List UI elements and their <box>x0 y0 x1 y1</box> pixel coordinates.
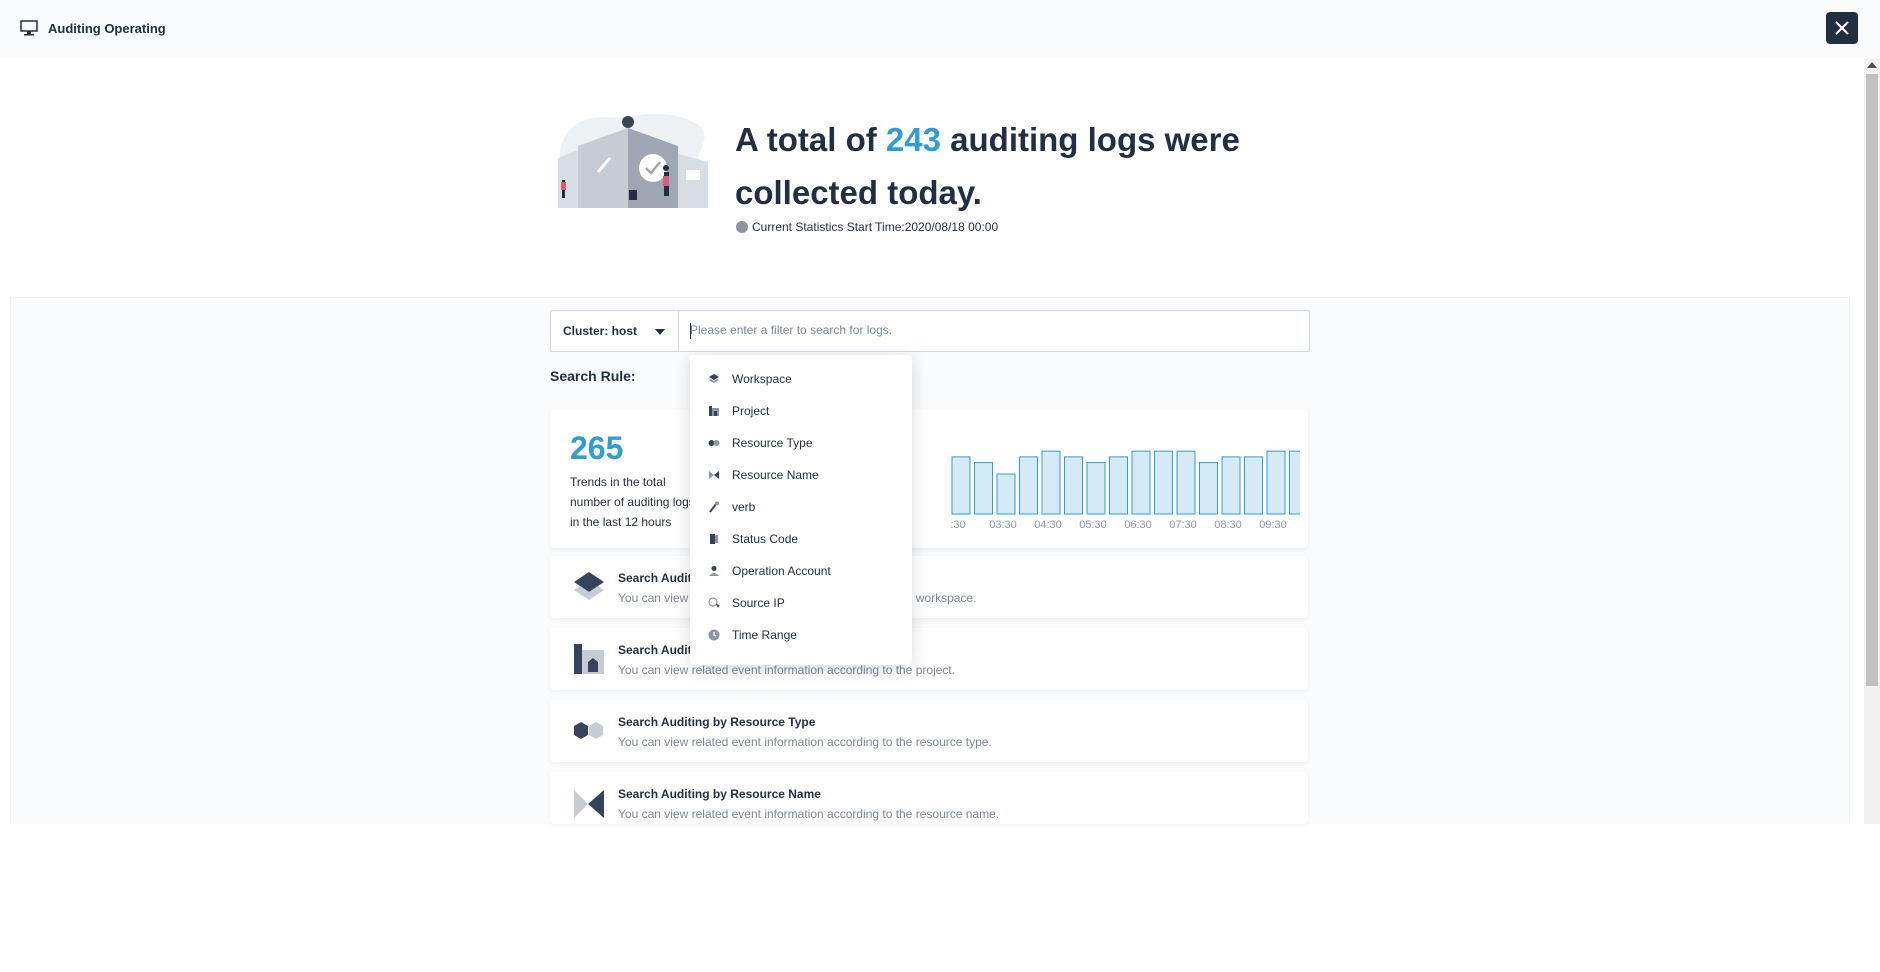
chart-bar[interactable] <box>1131 450 1151 515</box>
headline-prefix: A total of <box>735 121 886 158</box>
x-tick-label: 06:30 <box>1124 519 1152 531</box>
chart-bar[interactable] <box>1064 456 1083 515</box>
dropdown-item-operation-account[interactable]: Operation Account <box>690 555 912 587</box>
project-icon <box>709 406 719 416</box>
dropdown-item-time-range[interactable]: Time Range <box>690 619 912 651</box>
caret-down-icon <box>655 329 665 335</box>
chart-bar[interactable] <box>996 473 1016 515</box>
chart-bar[interactable] <box>1221 456 1241 515</box>
rule-description: You can view related event information a… <box>618 663 956 677</box>
verb-icon <box>709 501 719 513</box>
rule-card-resource-type[interactable]: Search Auditing by Resource Type You can… <box>550 700 1308 762</box>
dropdown-item-resource-type[interactable]: Resource Type <box>690 427 912 459</box>
scroll-up-arrow[interactable] <box>1867 62 1877 68</box>
cluster-select-label: Cluster: host <box>563 324 638 338</box>
chart-bar[interactable] <box>1244 456 1263 515</box>
rule-card-resource-name[interactable]: Search Auditing by Resource Name You can… <box>550 772 1308 824</box>
x-tick-label: 09:30 <box>1259 519 1287 531</box>
dropdown-item-status-code[interactable]: Status Code <box>690 523 912 555</box>
status-code-icon <box>710 534 718 544</box>
rule-title: Search Auditing by Resource Name <box>618 787 821 801</box>
stats-description: Trends in the total number of auditing l… <box>570 475 695 529</box>
resource-type-icon <box>708 440 720 446</box>
close-button[interactable] <box>1826 12 1858 44</box>
dropdown-item-project[interactable]: Project <box>690 395 912 427</box>
clock-icon <box>708 629 720 641</box>
x-tick-label: 07:30 <box>1169 519 1197 531</box>
workspace-icon <box>709 374 719 383</box>
modal-header: Auditing Operating <box>0 0 1880 58</box>
cluster-select[interactable]: Cluster: host <box>551 311 679 351</box>
search-bar: Cluster: host <box>550 310 1310 352</box>
resource-name-icon <box>709 471 719 479</box>
project-icon <box>574 644 604 674</box>
chart-bar[interactable] <box>1086 462 1106 515</box>
dropdown-item-label: Time Range <box>732 628 797 642</box>
dropdown-item-source-ip[interactable]: Source IP <box>690 587 912 619</box>
monitor-icon <box>20 20 38 36</box>
chart-bar[interactable] <box>1199 462 1218 515</box>
close-icon <box>1835 21 1849 35</box>
dropdown-item-label: Workspace <box>732 372 792 386</box>
stats-card: 265 Trends in the total number of auditi… <box>550 410 1308 548</box>
resource-type-icon <box>574 722 603 739</box>
filter-dropdown: Workspace Project Resource Type Resource… <box>690 355 912 665</box>
dropdown-item-workspace[interactable]: Workspace <box>690 363 912 395</box>
start-time-text: Current Statistics Start Time:2020/08/18… <box>752 220 999 234</box>
chart-bar[interactable] <box>1289 450 1301 515</box>
dropdown-item-verb[interactable]: verb <box>690 491 912 523</box>
chart-bar[interactable] <box>1041 450 1061 515</box>
modal-title: Auditing Operating <box>48 21 166 36</box>
dropdown-item-label: Resource Name <box>732 468 819 482</box>
chart-bar[interactable] <box>1176 450 1196 515</box>
x-tick-label: :30 <box>950 519 965 531</box>
chart-bar[interactable] <box>1019 456 1038 515</box>
page-title: A total of 243 auditing logs were collec… <box>735 113 1295 219</box>
dropdown-item-resource-name[interactable]: Resource Name <box>690 459 912 491</box>
x-tick-label: 04:30 <box>1034 519 1062 531</box>
rule-card-project[interactable]: Search Auditing by Project You can view … <box>550 628 1308 690</box>
chart-bar[interactable] <box>1266 450 1286 515</box>
chart-bar[interactable] <box>1109 456 1128 515</box>
x-tick-label: 03:30 <box>989 519 1017 531</box>
rule-description: You can view related event information a… <box>618 735 992 749</box>
dropdown-item-label: Source IP <box>732 596 785 610</box>
today-log-count: 243 <box>885 121 941 158</box>
dropdown-item-label: Project <box>732 404 770 418</box>
source-ip-icon <box>708 597 720 608</box>
search-input[interactable] <box>680 311 1306 349</box>
x-tick-label: 08:30 <box>1214 519 1242 531</box>
stats-total: 265 <box>570 430 624 466</box>
workspace-icon <box>574 572 604 600</box>
dropdown-item-label: Operation Account <box>732 564 831 578</box>
scrollbar[interactable] <box>1864 58 1880 824</box>
rule-title: Search Auditing by Resource Type <box>618 715 816 729</box>
dropdown-item-label: verb <box>732 500 756 514</box>
scrollbar-thumb[interactable] <box>1866 74 1878 686</box>
chart-bar[interactable] <box>951 456 971 515</box>
rule-description: You can view related event information a… <box>618 807 1000 821</box>
rule-card-workspace[interactable]: Search Auditing by Workspace You can vie… <box>550 556 1308 618</box>
dropdown-item-label: Status Code <box>732 532 799 546</box>
chart-bar[interactable] <box>974 462 993 515</box>
chart-bar[interactable] <box>1154 450 1173 515</box>
search-rule-label: Search Rule: <box>550 368 636 384</box>
clock-icon <box>736 221 748 233</box>
user-icon <box>709 566 719 576</box>
text-cursor <box>690 323 691 339</box>
hero-illustration <box>558 113 708 208</box>
dropdown-item-label: Resource Type <box>732 436 813 450</box>
x-tick-label: 05:30 <box>1079 519 1107 531</box>
resource-name-icon <box>574 790 604 818</box>
statistics-start-time: Current Statistics Start Time:2020/08/18… <box>736 220 998 234</box>
